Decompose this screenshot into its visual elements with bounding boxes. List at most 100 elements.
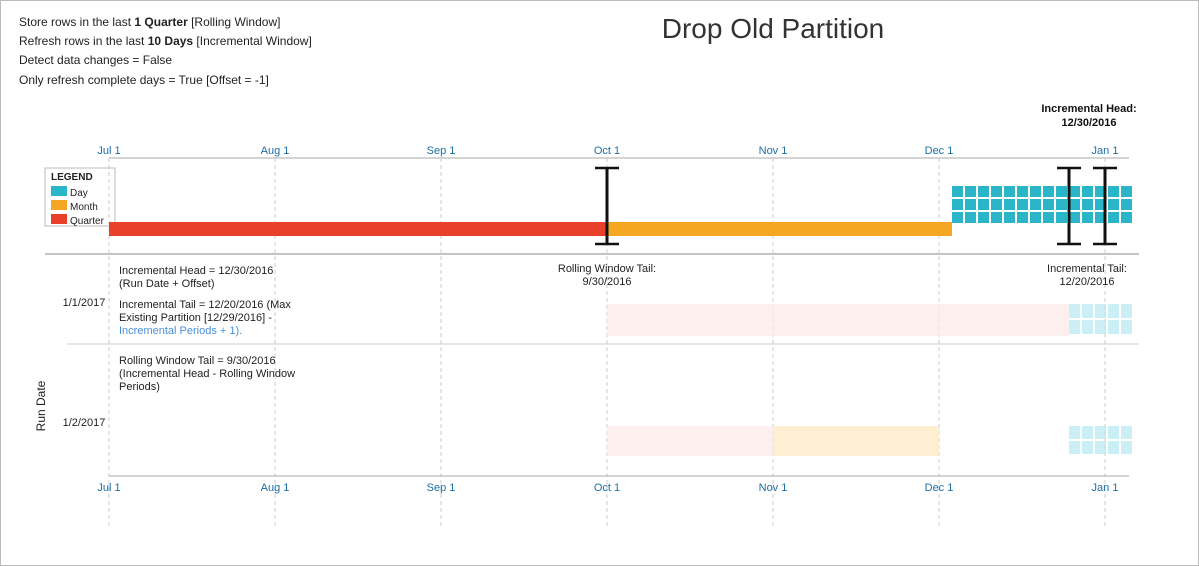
day-box-10 — [1069, 186, 1080, 197]
day-box-28 — [1121, 199, 1132, 210]
day-box-31 — [978, 212, 989, 223]
info-line3: Detect data changes = False — [19, 51, 396, 70]
axis-bot-jul: Jul 1 — [97, 482, 120, 494]
axis-label-jan: Jan 1 — [1092, 145, 1119, 157]
day-box-3 — [978, 186, 989, 197]
axis-bot-aug: Aug 1 — [261, 482, 290, 494]
ann-inc-tail-line2: Existing Partition [12/29/2016] - — [119, 312, 272, 324]
row1-teal-8 — [1095, 320, 1106, 334]
legend-title: LEGEND — [51, 172, 93, 183]
row1-teal-3 — [1095, 304, 1106, 318]
day-box-34 — [1017, 212, 1028, 223]
row2-teal-6 — [1069, 441, 1080, 454]
info-line2: Refresh rows in the last 10 Days [Increm… — [19, 32, 396, 51]
day-box-30 — [965, 212, 976, 223]
ann-rolling-tail-2: (Incremental Head - Rolling Window — [119, 368, 295, 380]
inc-head-label-line1: Incremental Head: — [1041, 103, 1136, 115]
row2-teal-5 — [1121, 426, 1132, 439]
ann-rolling-tail-1: Rolling Window Tail = 9/30/2016 — [119, 355, 276, 367]
day-box-9 — [1056, 186, 1067, 197]
ann-inc-head-line1: Incremental Head = 12/30/2016 — [119, 265, 273, 277]
day-box-19 — [1004, 199, 1015, 210]
day-box-4 — [991, 186, 1002, 197]
day-box-1 — [952, 186, 963, 197]
day-box-32 — [991, 212, 1002, 223]
inc-head-label-line2: 12/30/2016 — [1061, 117, 1116, 129]
day-box-42 — [1121, 212, 1132, 223]
day-box-15 — [952, 199, 963, 210]
header-info: Store rows in the last 1 Quarter [Rollin… — [19, 13, 396, 90]
info-days-bold: 10 Days — [148, 34, 193, 48]
axis-label-jul: Jul 1 — [97, 145, 120, 157]
row2-teal-10 — [1121, 441, 1132, 454]
row2-teal-9 — [1108, 441, 1119, 454]
row1-teal-7 — [1082, 320, 1093, 334]
axis-bot-nov: Nov 1 — [759, 482, 788, 494]
day-box-5 — [1004, 186, 1015, 197]
day-box-33 — [1004, 212, 1015, 223]
row1-teal-5 — [1121, 304, 1132, 318]
info-line1: Store rows in the last 1 Quarter [Rollin… — [19, 13, 396, 32]
day-box-41 — [1108, 212, 1119, 223]
row1-teal-6 — [1069, 320, 1080, 334]
legend-month-color — [51, 200, 67, 210]
day-box-2 — [965, 186, 976, 197]
row2-teal-4 — [1108, 426, 1119, 439]
chart-svg: Jul 1 Aug 1 Sep 1 Oct 1 Nov 1 Dec 1 Jan … — [29, 96, 1189, 526]
row2-light-bar-2 — [773, 426, 939, 456]
axis-label-aug: Aug 1 — [261, 145, 290, 157]
day-box-24 — [1069, 199, 1080, 210]
day-box-35 — [1030, 212, 1041, 223]
day-box-8 — [1043, 186, 1054, 197]
day-box-18 — [991, 199, 1002, 210]
row2-light-bar-1 — [607, 426, 773, 456]
legend-day-color — [51, 186, 67, 196]
run-date-1-label: 1/1/2017 — [63, 297, 106, 309]
day-box-38 — [1069, 212, 1080, 223]
axis-bot-dec: Dec 1 — [925, 482, 954, 494]
day-box-14 — [1121, 186, 1132, 197]
day-box-16 — [965, 199, 976, 210]
day-box-25 — [1082, 199, 1093, 210]
ann-inc-tail-line1: Incremental Tail = 12/20/2016 (Max — [119, 299, 291, 311]
row2-teal-7 — [1082, 441, 1093, 454]
header-row: Store rows in the last 1 Quarter [Rollin… — [19, 13, 1180, 90]
day-box-20 — [1017, 199, 1028, 210]
axis-label-oct: Oct 1 — [594, 145, 620, 157]
day-box-27 — [1108, 199, 1119, 210]
info-line4: Only refresh complete days = True [Offse… — [19, 71, 396, 90]
rolling-tail-label-1: Rolling Window Tail: — [558, 263, 656, 275]
axis-bot-sep: Sep 1 — [427, 482, 456, 494]
day-box-23 — [1056, 199, 1067, 210]
axis-bot-jan: Jan 1 — [1092, 482, 1119, 494]
row1-teal-2 — [1082, 304, 1093, 318]
row1-teal-9 — [1108, 320, 1119, 334]
day-box-11 — [1082, 186, 1093, 197]
axis-label-sep: Sep 1 — [427, 145, 456, 157]
row2-teal-1 — [1069, 426, 1080, 439]
row2-teal-8 — [1095, 441, 1106, 454]
legend-quarter-color — [51, 214, 67, 224]
day-box-29 — [952, 212, 963, 223]
inc-tail-label-1: Incremental Tail: — [1047, 263, 1127, 275]
legend-quarter-label: Quarter — [70, 216, 105, 227]
run-date-2-label: 1/2/2017 — [63, 417, 106, 429]
axis-bot-oct: Oct 1 — [594, 482, 620, 494]
bar-month-orange — [607, 222, 952, 236]
day-box-22 — [1043, 199, 1054, 210]
axis-label-nov: Nov 1 — [759, 145, 788, 157]
day-box-37 — [1056, 212, 1067, 223]
bar-quarter-red — [109, 222, 607, 236]
day-box-21 — [1030, 199, 1041, 210]
row1-teal-1 — [1069, 304, 1080, 318]
inc-tail-label-2: 12/20/2016 — [1059, 276, 1114, 288]
legend-day-label: Day — [70, 188, 88, 199]
run-date-label: Run Date — [34, 380, 48, 431]
legend-month-label: Month — [70, 202, 98, 213]
rolling-tail-label-2: 9/30/2016 — [583, 276, 632, 288]
row2-teal-2 — [1082, 426, 1093, 439]
day-box-7 — [1030, 186, 1041, 197]
axis-label-dec: Dec 1 — [925, 145, 954, 157]
row1-light-bar-quarter — [607, 304, 1069, 336]
info-quarter-bold: 1 Quarter — [134, 15, 187, 29]
